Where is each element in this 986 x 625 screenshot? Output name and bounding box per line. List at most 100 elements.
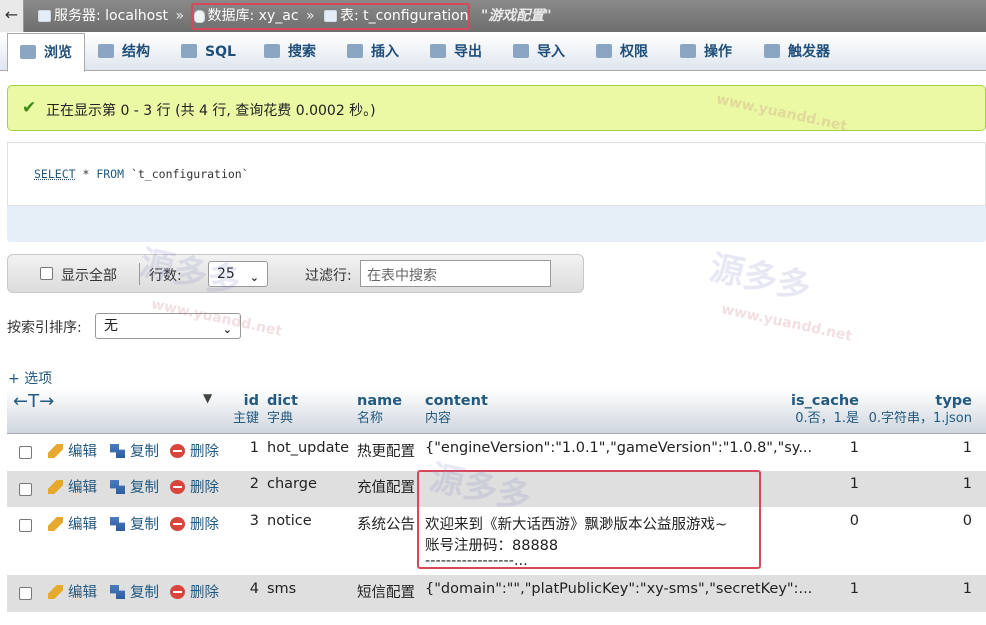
copy-icon <box>110 480 125 494</box>
tab-import[interactable]: 导入 <box>513 33 565 71</box>
cell-id[interactable]: 3 <box>229 513 259 529</box>
breadcrumb-bar: ← 服务器: localhost » 数据库: xy_ac » 表: t_con… <box>0 0 986 32</box>
breadcrumb-separator: » <box>175 8 185 24</box>
edit-button[interactable]: 编辑 <box>48 513 97 534</box>
delete-button[interactable]: 删除 <box>170 581 219 602</box>
row-checkbox[interactable] <box>19 483 32 496</box>
export-icon <box>430 44 446 58</box>
tab-browse[interactable]: 浏览 <box>7 33 85 72</box>
cell-dict[interactable]: hot_update <box>267 440 349 456</box>
options-link[interactable]: + 选项 <box>8 368 52 388</box>
cell-id[interactable]: 1 <box>229 440 259 456</box>
tab-search[interactable]: 搜索 <box>264 33 316 71</box>
copy-button[interactable]: 复制 <box>110 581 159 602</box>
tab-structure[interactable]: 结构 <box>98 33 150 71</box>
edit-button[interactable]: 编辑 <box>48 476 97 497</box>
pencil-icon <box>48 444 63 458</box>
cell-type[interactable]: 1 <box>907 581 972 597</box>
cell-name[interactable]: 短信配置 <box>357 581 415 602</box>
copy-button[interactable]: 复制 <box>110 440 159 461</box>
success-message: ✔ 正在显示第 0 - 3 行 (共 4 行, 查询花费 0.0002 秒。) <box>7 85 986 131</box>
highlight-box <box>191 3 470 30</box>
cell-is-cache[interactable]: 0 <box>787 513 859 529</box>
delete-icon <box>170 517 185 531</box>
chevron-down-icon: ⌄ <box>249 271 259 284</box>
cell-name[interactable]: 热更配置 <box>357 440 415 461</box>
tab-sql[interactable]: SQL <box>181 33 236 71</box>
insert-icon <box>347 44 363 58</box>
cell-name[interactable]: 系统公告 <box>357 513 415 534</box>
column-is-cache[interactable]: is_cache 0.否，1.是 <box>787 393 859 427</box>
column-type[interactable]: type 0.字符串，1.json <box>865 393 972 427</box>
tab-privileges[interactable]: 权限 <box>596 33 648 71</box>
breadcrumb-server[interactable]: 服务器: localhost <box>54 8 168 24</box>
navigation-controls: 显示全部 行数: 25 ⌄ 过滤行: 在表中搜索 <box>7 254 584 293</box>
rows-value: 25 <box>217 266 235 282</box>
cell-id[interactable]: 4 <box>229 581 259 597</box>
tab-insert[interactable]: 插入 <box>347 33 399 71</box>
row-checkbox[interactable] <box>19 587 32 600</box>
tab-export[interactable]: 导出 <box>430 33 482 71</box>
filter-label: 过滤行: <box>305 268 352 284</box>
sql-table: `t_configuration` <box>124 167 249 181</box>
success-text: 正在显示第 0 - 3 行 (共 4 行, 查询花费 0.0002 秒。) <box>46 103 376 119</box>
show-all-checkbox[interactable] <box>40 267 53 280</box>
cell-dict[interactable]: charge <box>267 476 317 492</box>
copy-button[interactable]: 复制 <box>110 513 159 534</box>
row-checkbox[interactable] <box>19 519 32 532</box>
column-id[interactable]: id 主键 <box>229 393 259 427</box>
cell-id[interactable]: 2 <box>229 476 259 492</box>
delete-button[interactable]: 删除 <box>170 513 219 534</box>
delete-button[interactable]: 删除 <box>170 476 219 497</box>
row-checkbox[interactable] <box>19 446 32 459</box>
pencil-icon <box>48 480 63 494</box>
cell-content[interactable]: {"engineVersion":"1.0.1","gameVersion":"… <box>425 440 812 456</box>
copy-icon <box>110 444 125 458</box>
column-arrows-icon[interactable]: ←T→ <box>13 391 54 412</box>
table-header: ←T→ ▼ id 主键 dict 字典 name 名称 content 内容 is_ca… <box>7 389 986 434</box>
cell-type[interactable]: 0 <box>907 513 972 529</box>
cell-is-cache[interactable]: 1 <box>787 440 859 456</box>
sort-index-value: 无 <box>104 318 118 334</box>
filter-input[interactable]: 在表中搜索 <box>360 260 551 287</box>
tab-operations[interactable]: 操作 <box>680 33 732 71</box>
back-arrow-icon[interactable]: ← <box>0 0 24 32</box>
sql-query-panel: SELECT * FROM `t_configuration` <box>7 142 986 206</box>
delete-icon <box>170 444 185 458</box>
sort-index-select[interactable]: 无 ⌄ <box>95 313 241 339</box>
pencil-icon <box>48 517 63 531</box>
operations-icon <box>680 44 696 58</box>
copy-icon <box>110 585 125 599</box>
cell-type[interactable]: 1 <box>907 476 972 492</box>
copy-button[interactable]: 复制 <box>110 476 159 497</box>
column-name[interactable]: name 名称 <box>357 393 402 427</box>
cell-type[interactable]: 1 <box>907 440 972 456</box>
cell-is-cache[interactable]: 1 <box>787 581 859 597</box>
edit-button[interactable]: 编辑 <box>48 581 97 602</box>
cell-name[interactable]: 充值配置 <box>357 476 415 497</box>
edit-button[interactable]: 编辑 <box>48 440 97 461</box>
sql-query: SELECT * FROM `t_configuration` <box>34 167 249 181</box>
show-all-label[interactable]: 显示全部 <box>61 265 117 285</box>
tab-bar: 浏览 结构 SQL 搜索 插入 导出 导入 权限 操作 触发器 <box>0 33 986 72</box>
triggers-icon <box>764 44 780 58</box>
tab-triggers[interactable]: 触发器 <box>764 33 830 71</box>
cell-dict[interactable]: notice <box>267 513 312 529</box>
chevron-down-icon: ⌄ <box>222 323 232 336</box>
sort-down-icon[interactable]: ▼ <box>203 391 212 405</box>
cell-content[interactable]: {"domain":"","platPublicKey":"xy-sms","s… <box>425 581 812 597</box>
column-dict[interactable]: dict 字典 <box>267 393 298 427</box>
watermark-url: www.yuandd.net <box>719 301 854 345</box>
highlight-box <box>417 470 761 569</box>
column-content[interactable]: content 内容 <box>425 393 488 427</box>
sort-by-index-label: 按索引排序: <box>7 320 82 336</box>
delete-icon <box>170 585 185 599</box>
rows-select[interactable]: 25 ⌄ <box>208 261 268 287</box>
sql-icon <box>181 44 197 58</box>
cell-dict[interactable]: sms <box>267 581 296 597</box>
copy-icon <box>110 517 125 531</box>
delete-button[interactable]: 删除 <box>170 440 219 461</box>
sql-query-box: SELECT * FROM `t_configuration` <box>7 142 986 242</box>
cell-is-cache[interactable]: 1 <box>787 476 859 492</box>
sql-select-keyword[interactable]: SELECT <box>34 167 76 181</box>
